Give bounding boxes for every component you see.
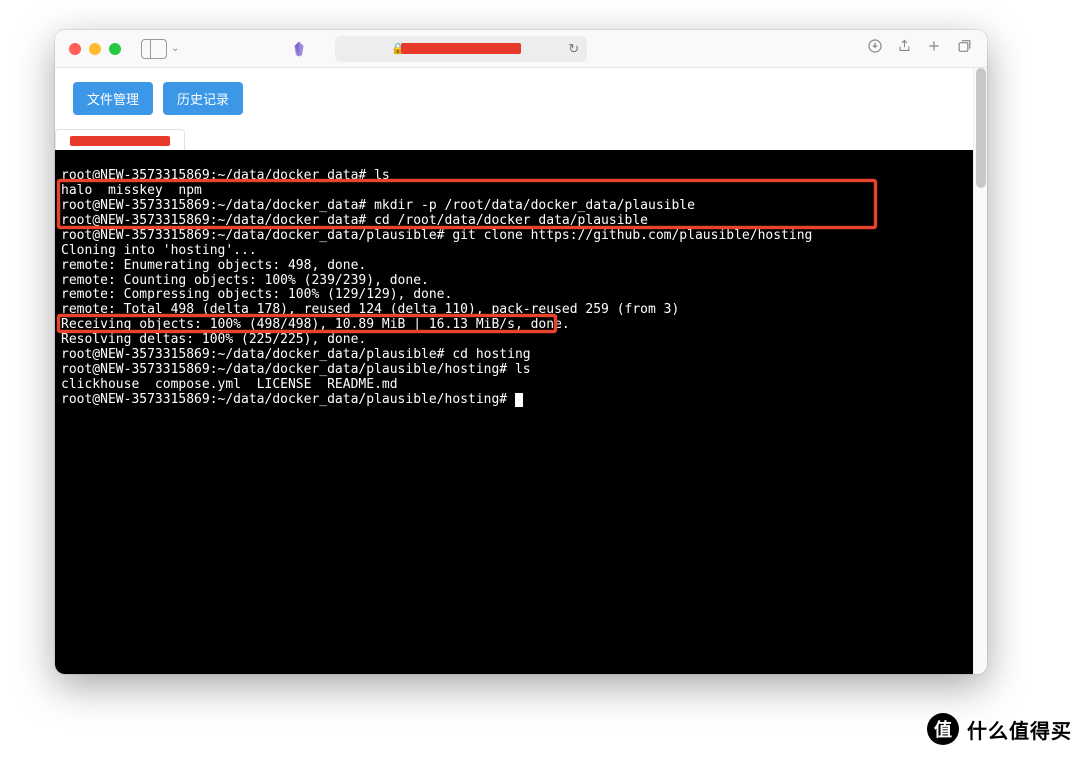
download-icon[interactable] [867, 38, 883, 59]
terminal-line: root@NEW-3573315869:~/data/docker_data/p… [61, 228, 812, 243]
terminal-line: root@NEW-3573315869:~/data/docker_data# … [61, 198, 695, 213]
action-button-row: 文件管理 历史记录 [55, 68, 973, 129]
sidebar-toggle-button[interactable] [141, 38, 167, 60]
tab-label-redacted [70, 136, 170, 146]
share-icon[interactable] [897, 38, 912, 59]
maximize-window-button[interactable] [109, 43, 121, 55]
minimize-window-button[interactable] [89, 43, 101, 55]
close-window-button[interactable] [69, 43, 81, 55]
new-tab-icon[interactable] [926, 38, 942, 59]
app-extension-icon[interactable] [289, 39, 309, 59]
tab-strip [55, 129, 973, 150]
terminal-line: clickhouse compose.yml LICENSE README.md [61, 377, 398, 392]
terminal-output[interactable]: root@NEW-3573315869:~/data/docker_data# … [55, 150, 973, 674]
terminal-cursor [515, 393, 523, 407]
terminal-line: Resolving deltas: 100% (225/225), done. [61, 332, 366, 347]
terminal-line: root@NEW-3573315869:~/data/docker_data# … [61, 213, 648, 228]
address-bar-text-redacted [401, 43, 521, 54]
safari-window: ⌄ 🔒 ↻ 文件管理 历史记录 [55, 30, 987, 674]
scrollbar-thumb[interactable] [976, 68, 986, 188]
terminal-line: remote: Counting objects: 100% (239/239)… [61, 273, 429, 288]
toolbar-right [867, 38, 973, 59]
terminal-line: Receiving objects: 100% (498/498), 10.89… [61, 317, 570, 332]
titlebar: ⌄ 🔒 ↻ [55, 30, 987, 68]
terminal-line: remote: Compressing objects: 100% (129/1… [61, 287, 452, 302]
terminal-line: root@NEW-3573315869:~/data/docker_data/p… [61, 392, 515, 407]
reload-icon[interactable]: ↻ [568, 41, 579, 57]
chevron-down-icon[interactable]: ⌄ [171, 43, 179, 54]
terminal-line: halo misskey npm [61, 183, 202, 198]
address-bar[interactable]: 🔒 ↻ [335, 36, 587, 62]
watermark: 值 什么值得买 [927, 713, 1072, 745]
history-button[interactable]: 历史记录 [163, 82, 243, 115]
window-controls [69, 43, 121, 55]
terminal-line: root@NEW-3573315869:~/data/docker_data# … [61, 168, 390, 183]
watermark-text: 什么值得买 [967, 715, 1072, 744]
terminal-tab[interactable] [55, 129, 185, 150]
page-content: 文件管理 历史记录 root@NEW-3573315869:~/data/doc… [55, 68, 973, 674]
vertical-scrollbar[interactable] [973, 68, 987, 674]
terminal-line: root@NEW-3573315869:~/data/docker_data/p… [61, 347, 531, 362]
terminal-line: remote: Enumerating objects: 498, done. [61, 258, 366, 273]
file-management-button[interactable]: 文件管理 [73, 82, 153, 115]
terminal-line: root@NEW-3573315869:~/data/docker_data/p… [61, 362, 531, 377]
tabs-overview-icon[interactable] [956, 38, 973, 59]
terminal-line: remote: Total 498 (delta 178), reused 12… [61, 302, 679, 317]
watermark-badge: 值 [927, 713, 959, 745]
terminal-line: Cloning into 'hosting'... [61, 243, 257, 258]
